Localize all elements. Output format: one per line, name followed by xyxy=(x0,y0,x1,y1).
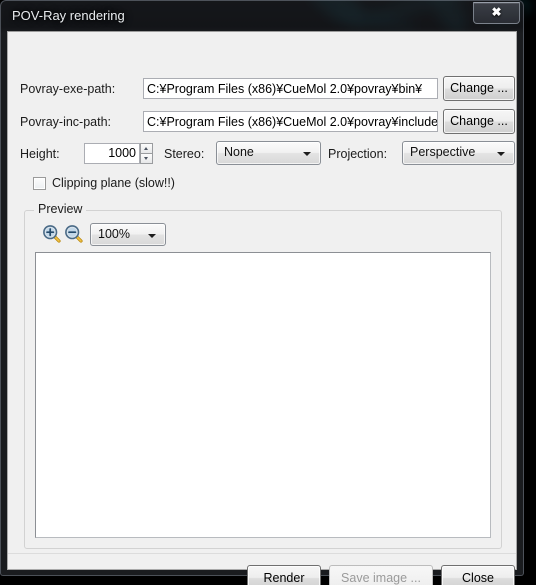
close-window-button[interactable]: ✖ xyxy=(473,2,520,24)
change-exe-path-button[interactable]: Change ... xyxy=(443,76,515,101)
save-image-button: Save image ... xyxy=(329,565,433,585)
close-button[interactable]: Close xyxy=(441,565,515,585)
height-stepper-down[interactable] xyxy=(140,153,153,164)
close-button-label: Close xyxy=(462,571,494,585)
projection-label: Projection: xyxy=(328,147,388,161)
change-inc-path-button[interactable]: Change ... xyxy=(443,109,515,134)
close-icon: ✖ xyxy=(491,5,502,19)
zoom-in-icon[interactable] xyxy=(42,224,62,244)
stereo-select[interactable]: None xyxy=(216,141,321,165)
height-stepper[interactable] xyxy=(140,143,153,164)
projection-select[interactable]: Perspective xyxy=(402,141,515,165)
height-stepper-up[interactable] xyxy=(140,143,153,154)
save-image-button-label: Save image ... xyxy=(341,571,421,585)
title-bar[interactable]: POV-Ray rendering ✖ xyxy=(1,1,523,31)
stereo-selected-value: None xyxy=(224,145,254,159)
clipping-plane-label[interactable]: Clipping plane (slow!!) xyxy=(52,176,175,190)
dialog-client-area: Povray-exe-path: C:¥Program Files (x86)¥… xyxy=(7,31,517,585)
change-inc-path-label: Change ... xyxy=(450,114,508,128)
chevron-down-icon xyxy=(148,234,156,238)
render-button-label: Render xyxy=(263,571,305,585)
zoom-level-value: 100% xyxy=(98,227,130,241)
desktop-backdrop: POV-Ray rendering ✖ Povray-exe-path: C:¥… xyxy=(0,0,536,585)
height-label: Height: xyxy=(20,147,60,161)
stereo-label: Stereo: xyxy=(164,147,205,161)
preview-group-label: Preview xyxy=(34,202,87,216)
dialog-window: POV-Ray rendering ✖ Povray-exe-path: C:¥… xyxy=(0,0,524,585)
povray-inc-path-label: Povray-inc-path: xyxy=(20,115,112,129)
preview-canvas[interactable] xyxy=(35,252,491,538)
zoom-level-select[interactable]: 100% xyxy=(90,223,166,246)
change-exe-path-label: Change ... xyxy=(450,81,508,95)
povray-exe-path-label: Povray-exe-path: xyxy=(20,82,116,96)
povray-inc-path-input[interactable]: C:¥Program Files (x86)¥CueMol 2.0¥povray… xyxy=(143,111,438,132)
chevron-up-icon xyxy=(144,147,148,150)
clipping-plane-checkbox[interactable] xyxy=(33,177,46,190)
chevron-down-icon xyxy=(497,152,505,156)
render-button[interactable]: Render xyxy=(247,565,321,585)
footer-separator xyxy=(8,553,516,554)
chevron-down-icon xyxy=(303,152,311,156)
height-input[interactable]: 1000 xyxy=(84,143,140,164)
povray-exe-path-input[interactable]: C:¥Program Files (x86)¥CueMol 2.0¥povray… xyxy=(143,78,438,99)
projection-selected-value: Perspective xyxy=(410,145,476,159)
chevron-down-icon xyxy=(144,156,148,160)
zoom-out-icon[interactable] xyxy=(64,224,84,244)
window-title: POV-Ray rendering xyxy=(12,8,125,23)
